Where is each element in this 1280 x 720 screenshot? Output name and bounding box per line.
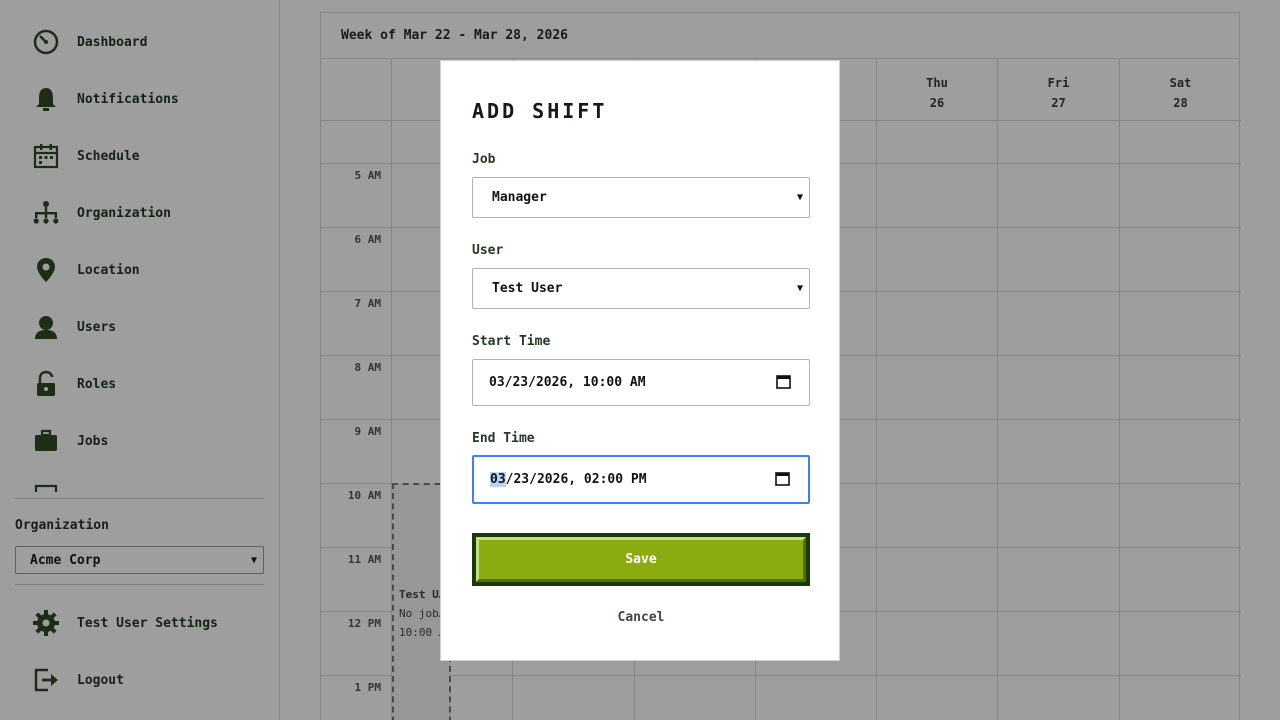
start-time-label: Start Time xyxy=(472,334,551,349)
job-label: Job xyxy=(472,152,496,167)
user-select-value: Test User xyxy=(492,281,563,296)
end-time-month-segment[interactable]: 03 xyxy=(490,472,506,487)
chevron-down-icon: ▼ xyxy=(796,192,803,203)
save-button[interactable]: Save xyxy=(472,533,810,586)
calendar-picker-icon[interactable] xyxy=(776,374,791,389)
job-select-value: Manager xyxy=(492,190,547,205)
modal-title: Add Shift xyxy=(472,99,608,123)
user-select[interactable]: Test User ▼ xyxy=(472,268,810,309)
end-time-input[interactable]: 03/23/2026, 02:00 PM xyxy=(472,455,810,504)
end-time-rest: /23/2026, 02:00 PM xyxy=(505,472,647,487)
cancel-button[interactable]: Cancel xyxy=(441,610,841,625)
save-button-label: Save xyxy=(476,537,806,582)
add-shift-modal: Add Shift Job Manager ▼ User Test User ▼… xyxy=(440,60,840,661)
job-select[interactable]: Manager ▼ xyxy=(472,177,810,218)
end-time-value: 03/23/2026, 02:00 PM xyxy=(490,472,647,487)
user-label: User xyxy=(472,243,504,258)
calendar-picker-icon[interactable] xyxy=(775,471,790,486)
chevron-down-icon: ▼ xyxy=(796,283,803,294)
end-time-label: End Time xyxy=(472,431,535,446)
start-time-input[interactable]: 03/23/2026, 10:00 AM xyxy=(472,359,810,406)
start-time-value: 03/23/2026, 10:00 AM xyxy=(489,375,646,390)
